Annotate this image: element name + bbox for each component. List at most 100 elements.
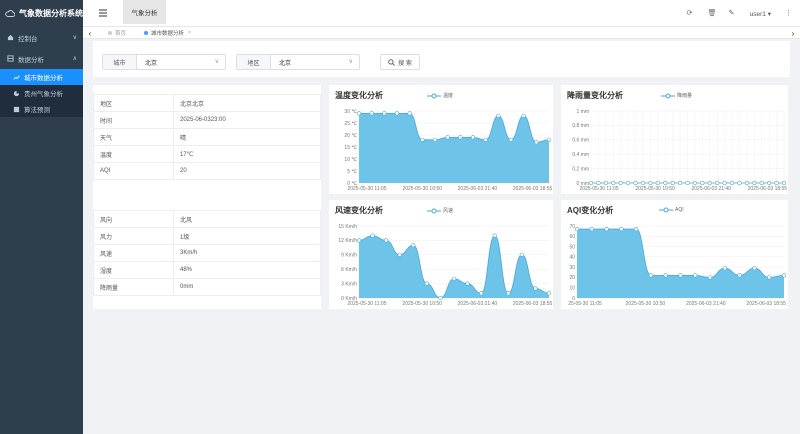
data-point[interactable] (519, 252, 524, 257)
data-point[interactable] (670, 180, 675, 186)
data-point[interactable] (521, 113, 526, 118)
region-select[interactable]: 地区 北京 ∨ (236, 54, 360, 70)
data-point[interactable] (685, 180, 690, 186)
data-point[interactable] (496, 113, 501, 118)
info-value: 1级 (173, 227, 321, 245)
data-point[interactable] (458, 135, 463, 140)
sidebar-item-city-analysis[interactable]: 城市数据分析 (0, 69, 83, 85)
data-point[interactable] (737, 273, 742, 278)
data-point[interactable] (397, 252, 402, 257)
data-point[interactable] (394, 111, 400, 116)
data-point[interactable] (546, 291, 552, 296)
data-point[interactable] (533, 286, 538, 291)
data-point[interactable] (604, 226, 609, 232)
data-point[interactable] (438, 295, 443, 301)
data-point[interactable] (483, 137, 488, 142)
data-point[interactable] (596, 180, 601, 186)
data-point[interactable] (465, 281, 470, 286)
city-select[interactable]: 城市 北京 ∨ (102, 54, 226, 70)
region-value[interactable]: 北京 ∨ (271, 55, 359, 69)
data-point[interactable] (634, 226, 639, 232)
data-point[interactable] (692, 180, 698, 186)
data-point[interactable] (370, 233, 375, 238)
data-point[interactable] (451, 276, 457, 281)
data-point[interactable] (752, 266, 757, 271)
data-point[interactable] (619, 226, 624, 232)
app-logo[interactable]: 气象数据分析系统 (0, 0, 83, 27)
chevron-right-icon[interactable]: › (788, 27, 798, 39)
data-point[interactable] (737, 180, 742, 186)
tag-home[interactable]: 首页 (103, 28, 131, 38)
refresh-icon[interactable]: ⟳ (687, 10, 694, 17)
data-point[interactable] (479, 291, 484, 296)
data-point[interactable] (611, 180, 616, 186)
close-icon[interactable]: × (188, 30, 191, 36)
edit-icon[interactable]: ✎ (729, 10, 736, 17)
data-point[interactable] (752, 180, 757, 186)
data-point[interactable] (356, 111, 362, 116)
y-tick-label: 20 (569, 275, 575, 281)
data-point[interactable] (424, 281, 429, 286)
data-point[interactable] (663, 273, 668, 278)
data-point[interactable] (707, 275, 713, 280)
data-point[interactable] (663, 180, 668, 186)
data-point[interactable] (767, 180, 772, 186)
more-icon[interactable]: ⋮ (785, 10, 792, 17)
data-point[interactable] (534, 140, 539, 145)
data-point[interactable] (715, 180, 720, 186)
data-point[interactable] (781, 273, 787, 278)
data-point[interactable] (759, 180, 764, 186)
data-point[interactable] (626, 180, 631, 186)
data-point[interactable] (588, 180, 594, 186)
data-point[interactable] (774, 180, 779, 186)
data-point[interactable] (781, 180, 787, 186)
data-point[interactable] (506, 291, 511, 296)
data-point[interactable] (470, 135, 476, 140)
sidebar-item-data-analysis[interactable]: 数据分析 ∧ (0, 48, 83, 69)
hamburger-icon[interactable] (99, 9, 107, 17)
data-point[interactable] (445, 135, 450, 140)
chevron-left-icon[interactable]: ‹ (85, 27, 95, 39)
top-tab-weather[interactable]: 气象分析 (123, 0, 166, 24)
data-point[interactable] (640, 180, 646, 186)
data-point[interactable] (589, 226, 594, 232)
city-value[interactable]: 北京 ∨ (137, 55, 225, 69)
sidebar-item-guizhou-analysis[interactable]: 贵州气象分析 (0, 85, 83, 101)
search-button[interactable]: 搜 索 (380, 54, 420, 70)
sidebar-item-prediction[interactable]: 算法预测 (0, 101, 83, 117)
data-point[interactable] (700, 180, 705, 186)
tag-city-analysis[interactable]: 城市数据分析 × (139, 28, 196, 38)
data-point[interactable] (648, 273, 654, 278)
data-point[interactable] (411, 243, 416, 248)
data-point[interactable] (407, 111, 412, 116)
data-point[interactable] (420, 137, 425, 142)
data-point[interactable] (655, 180, 660, 186)
data-point[interactable] (492, 233, 497, 238)
data-point[interactable] (508, 137, 514, 142)
data-point[interactable] (618, 180, 623, 186)
data-point[interactable] (574, 226, 580, 232)
info-value: 17℃ (173, 145, 321, 163)
data-point[interactable] (693, 273, 698, 278)
data-point[interactable] (744, 180, 749, 186)
data-point[interactable] (767, 275, 772, 280)
data-point[interactable] (369, 111, 374, 116)
data-point[interactable] (546, 137, 552, 142)
data-point[interactable] (722, 266, 727, 271)
data-point[interactable] (707, 180, 712, 186)
data-point[interactable] (678, 273, 683, 278)
line-chart-icon (13, 75, 20, 80)
sidebar-item-console[interactable]: 控制台 ∨ (0, 27, 83, 48)
data-point[interactable] (722, 180, 727, 186)
data-point[interactable] (432, 137, 438, 142)
data-point[interactable] (729, 180, 735, 186)
data-point[interactable] (633, 180, 638, 186)
data-point[interactable] (384, 238, 389, 243)
data-point[interactable] (603, 180, 608, 186)
trash-icon[interactable]: 🗑 (708, 10, 717, 17)
data-point[interactable] (382, 111, 387, 116)
data-point[interactable] (677, 180, 683, 186)
data-point[interactable] (356, 238, 362, 243)
data-point[interactable] (648, 180, 653, 186)
user-menu[interactable]: user1 ▾ (750, 10, 771, 18)
